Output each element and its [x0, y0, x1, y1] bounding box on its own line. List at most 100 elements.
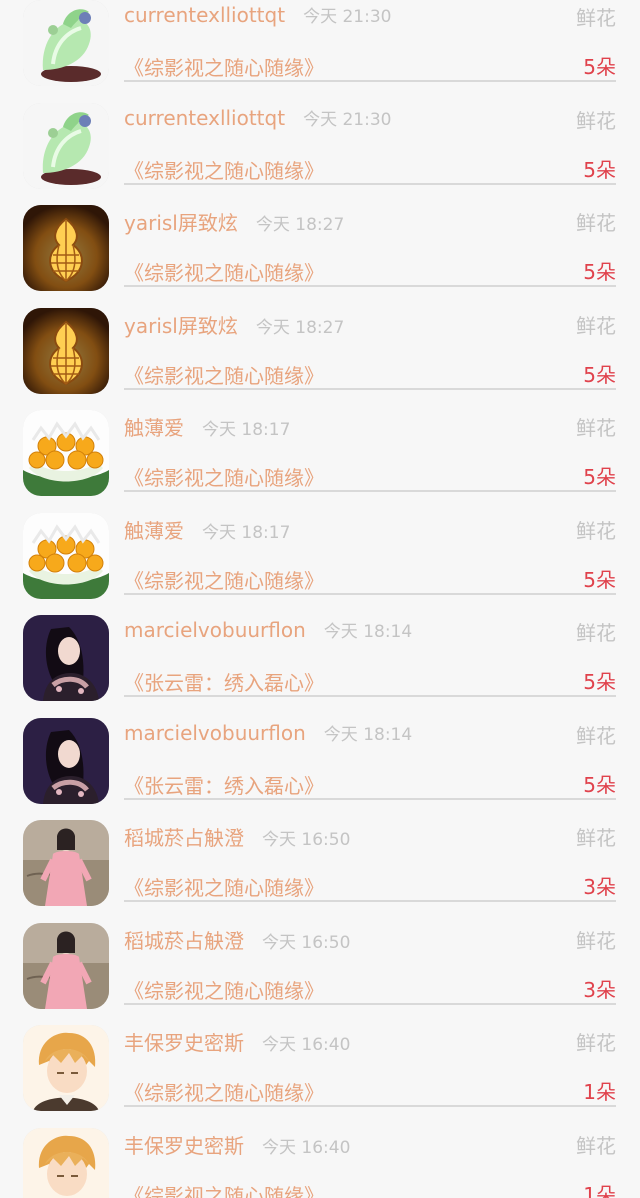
record-time: 今天 18:14 — [323, 622, 413, 642]
lantern-avatar[interactable] — [23, 205, 109, 291]
gift-type: 鲜花 — [576, 416, 616, 440]
book-title-link[interactable]: 《张云雷：绣入磊心》 — [124, 770, 324, 799]
book-title-link[interactable]: 《综影视之随心随缘》 — [124, 52, 324, 81]
record-row[interactable]: currentexlliottqt 今天 21:30 鲜花 《综影视之随心随缘》 … — [0, 89, 640, 192]
record-row[interactable]: 稻城菸占觖澄 今天 16:50 鲜花 《综影视之随心随缘》 3朵 — [0, 909, 640, 1012]
fruit-bowl-avatar[interactable] — [23, 410, 109, 496]
username-text[interactable]: marcielvobuurflon — [124, 721, 306, 745]
gift-type: 鲜花 — [576, 313, 616, 338]
row-divider — [124, 490, 616, 492]
gift-amount: 5朵 — [583, 362, 616, 387]
username-text[interactable]: currentexlliottqt — [124, 3, 285, 27]
record-row[interactable]: 丰保罗史密斯 今天 16:40 鲜花 《综影视之随心随缘》 1朵 — [0, 1011, 640, 1114]
row-divider — [124, 1105, 616, 1107]
username-text[interactable]: 丰保罗史密斯 — [124, 1031, 244, 1055]
row-divider — [124, 1002, 616, 1005]
record-row[interactable]: 稻城菸占觖澄 今天 16:50 鲜花 《综影视之随心随缘》 3朵 — [0, 806, 640, 909]
record-time: 今天 18:14 — [323, 724, 413, 745]
record-row[interactable]: yarisl屏致炫 今天 18:27 鲜花 《综影视之随心随缘》 5朵 — [0, 294, 640, 397]
lantern-avatar[interactable] — [23, 307, 109, 394]
record-row[interactable]: marcielvobuurflon 今天 18:14 鲜花 《张云雷：绣入磊心》 … — [0, 601, 640, 704]
username: yarisl屏致炫 今天 18:27 — [124, 310, 344, 339]
jade-cabbage-avatar[interactable] — [23, 102, 109, 189]
gift-type: 鲜花 — [576, 826, 616, 850]
username-text[interactable]: 稻城菸占觖澄 — [124, 826, 244, 850]
row-divider — [124, 285, 616, 287]
username-text[interactable]: 触薄爱 — [124, 519, 184, 543]
book-title-link[interactable]: 《综影视之随心随缘》 — [124, 975, 324, 1004]
row-divider — [124, 695, 616, 697]
row-divider — [124, 182, 616, 185]
record-row[interactable]: yarisl屏致炫 今天 18:27 鲜花 《综影视之随心随缘》 5朵 — [0, 191, 640, 294]
record-time: 今天 18:17 — [202, 420, 291, 440]
gift-type: 鲜花 — [576, 211, 616, 235]
woman-portrait-avatar[interactable] — [23, 717, 109, 804]
gift-type: 鲜花 — [576, 1133, 616, 1158]
book-title-link[interactable]: 《综影视之随心随缘》 — [124, 360, 324, 389]
gift-amount: 5朵 — [583, 465, 616, 489]
book-title-link[interactable]: 《综影视之随心随缘》 — [124, 872, 324, 901]
gift-type: 鲜花 — [576, 928, 616, 953]
book-title-link[interactable]: 《综影视之随心随缘》 — [124, 257, 324, 286]
username: marcielvobuurflon 今天 18:14 — [124, 720, 412, 745]
gift-type: 鲜花 — [576, 723, 616, 748]
book-title-link[interactable]: 《综影视之随心随缘》 — [124, 1077, 324, 1106]
username: 丰保罗史密斯 今天 16:40 — [124, 1027, 350, 1056]
woman-portrait-avatar[interactable] — [23, 615, 109, 701]
record-row[interactable]: currentexlliottqt 今天 21:30 鲜花 《综影视之随心随缘》 … — [0, 0, 640, 89]
record-row[interactable]: marcielvobuurflon 今天 18:14 鲜花 《张云雷：绣入磊心》 … — [0, 704, 640, 807]
record-row[interactable]: 丰保罗史密斯 今天 16:40 鲜花 《综影视之随心随缘》 1朵 — [0, 1114, 640, 1198]
gift-amount: 5朵 — [583, 670, 616, 694]
gift-amount: 5朵 — [583, 157, 616, 182]
row-divider — [124, 592, 616, 595]
row-divider — [124, 797, 616, 800]
gift-amount: 5朵 — [583, 55, 616, 79]
username: 丰保罗史密斯 今天 16:40 — [124, 1130, 350, 1159]
book-title-link[interactable]: 《张云雷：绣入磊心》 — [124, 667, 324, 696]
book-title-link[interactable]: 《综影视之随心随缘》 — [124, 155, 324, 184]
gift-amount: 3朵 — [583, 977, 616, 1002]
username: marcielvobuurflon 今天 18:14 — [124, 617, 412, 642]
record-row[interactable]: 触薄爱 今天 18:17 鲜花 《综影视之随心随缘》 5朵 — [0, 396, 640, 499]
username: currentexlliottqt 今天 21:30 — [124, 105, 391, 130]
gift-type: 鲜花 — [576, 621, 616, 645]
girl-pink-dress-avatar[interactable] — [23, 922, 109, 1009]
fruit-bowl-avatar[interactable] — [23, 512, 109, 599]
row-divider — [124, 387, 616, 390]
username: currentexlliottqt 今天 21:30 — [124, 2, 391, 27]
username-text[interactable]: yarisl屏致炫 — [124, 211, 238, 235]
username-text[interactable]: yarisl屏致炫 — [124, 314, 238, 338]
record-time: 今天 21:30 — [303, 109, 392, 130]
anime-boy-avatar[interactable] — [23, 1127, 109, 1198]
record-time: 今天 18:27 — [255, 215, 345, 235]
username-text[interactable]: 触薄爱 — [124, 416, 184, 440]
username: yarisl屏致炫 今天 18:27 — [124, 207, 344, 236]
username-text[interactable]: marcielvobuurflon — [124, 618, 306, 642]
anime-boy-avatar[interactable] — [23, 1025, 109, 1111]
gift-type: 鲜花 — [576, 6, 616, 30]
gift-type: 鲜花 — [576, 518, 616, 543]
username: 触薄爱 今天 18:17 — [124, 515, 290, 544]
gift-amount: 1朵 — [583, 1182, 616, 1198]
gift-amount: 1朵 — [583, 1080, 616, 1104]
record-row[interactable]: 触薄爱 今天 18:17 鲜花 《综影视之随心随缘》 5朵 — [0, 499, 640, 602]
gift-type: 鲜花 — [576, 108, 616, 133]
gift-amount: 5朵 — [583, 772, 616, 797]
gift-record-rows: currentexlliottqt 今天 21:30 鲜花 《综影视之随心随缘》 … — [0, 0, 640, 1198]
book-title-link[interactable]: 《综影视之随心随缘》 — [124, 462, 324, 491]
jade-cabbage-avatar[interactable] — [23, 0, 109, 86]
username-text[interactable]: 丰保罗史密斯 — [124, 1134, 244, 1158]
gift-amount: 5朵 — [583, 567, 616, 592]
gift-record-list: currentexlliottqt 今天 21:30 鲜花 《综影视之随心随缘》 … — [0, 0, 640, 1198]
username: 稻城菸占觖澄 今天 16:50 — [124, 925, 350, 954]
book-title-link[interactable]: 《综影视之随心随缘》 — [124, 1180, 324, 1198]
username: 触薄爱 今天 18:17 — [124, 412, 290, 441]
username-text[interactable]: currentexlliottqt — [124, 106, 285, 130]
book-title-link[interactable]: 《综影视之随心随缘》 — [124, 565, 324, 594]
record-time: 今天 21:30 — [303, 7, 392, 27]
row-divider — [124, 900, 616, 902]
girl-pink-dress-avatar[interactable] — [23, 820, 109, 906]
username-text[interactable]: 稻城菸占觖澄 — [124, 929, 244, 953]
gift-amount: 3朵 — [583, 875, 616, 899]
record-time: 今天 16:40 — [262, 1035, 351, 1055]
